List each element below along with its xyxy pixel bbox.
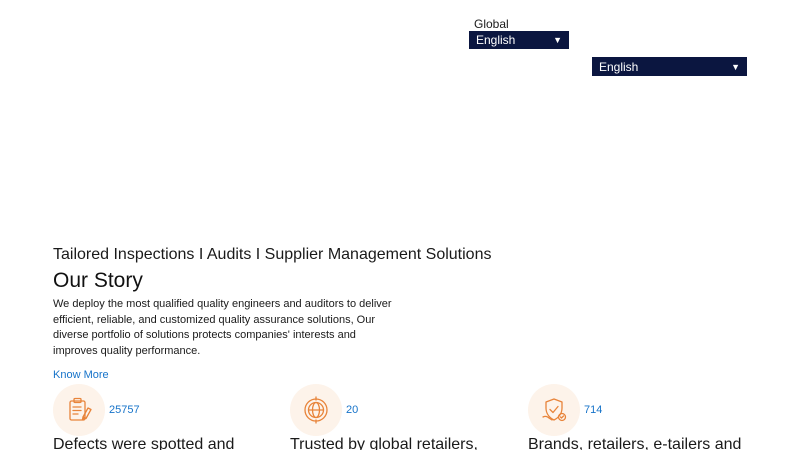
stat-defects-caption: Defects were spotted and — [53, 436, 235, 450]
stat-retailers: 20 Trusted by global retailers, — [290, 384, 520, 450]
our-story-description: We deploy the most qualified quality eng… — [53, 298, 392, 357]
language-select-primary-value: English — [476, 33, 516, 47]
our-story-title: Our Story — [53, 269, 143, 292]
caret-down-icon: ▼ — [731, 61, 740, 72]
stat-brands-caption: Brands, retailers, e-tailers and — [528, 436, 742, 450]
language-select-secondary-value: English — [599, 59, 639, 74]
globe-icon — [290, 384, 342, 436]
stat-brands-value: 714 — [584, 404, 603, 416]
language-select-secondary[interactable]: English ▼ — [592, 57, 747, 76]
caret-down-icon: ▼ — [553, 35, 562, 45]
stat-brands: 714 Brands, retailers, e-tailers and — [528, 384, 758, 450]
stat-retailers-caption: Trusted by global retailers, — [290, 436, 478, 450]
shield-check-icon — [528, 384, 580, 436]
region-label: Global — [474, 17, 509, 31]
clipboard-check-icon — [53, 384, 105, 436]
know-more-link[interactable]: Know More — [53, 369, 109, 381]
page: Global English ▼ English ▼ Tailored Insp… — [0, 0, 800, 450]
language-select-primary[interactable]: English ▼ — [469, 31, 569, 49]
stat-retailers-value: 20 — [346, 404, 359, 416]
stat-defects-value: 25757 — [109, 404, 140, 416]
stat-defects: 25757 Defects were spotted and — [53, 384, 283, 450]
hero-tagline: Tailored Inspections I Audits I Supplier… — [53, 246, 492, 263]
